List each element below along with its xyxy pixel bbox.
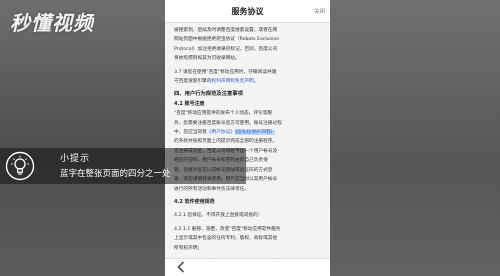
close-button[interactable]: 关闭: [314, 7, 325, 15]
content-line: 务，您需要注册百度账号后方可使用。账号注册过程: [174, 120, 282, 126]
content-line: 中，您应当同意《用户协议》《隐私权保护声明》: [174, 128, 324, 137]
content-line: 进行的所有活动和事件负法律责任。: [174, 186, 250, 192]
content-text: 中，您应当同意: [174, 130, 207, 136]
subsection-title: 4.2 软件使用规范: [174, 198, 215, 205]
content-text: 守百度搜索引擎的: [174, 79, 212, 85]
tip-title: 小提示: [60, 154, 91, 164]
watermark-logo-art: 秒懂视频: [10, 11, 94, 35]
content-line: 被搜索到，后续及时调整百度搜索设置，或者在网: [174, 28, 278, 33]
section-title: 四、用户行为规范及注意事项: [174, 91, 243, 98]
lightbulb-icon: [5, 151, 35, 181]
content-line: 守百度搜索引擎的权利声明和免责声明。: [174, 77, 324, 86]
content-line: 所有权声明；: [174, 245, 203, 251]
tip-icon-box: [0, 148, 40, 184]
blurred-backdrop-right: [330, 0, 500, 276]
svg-text:秒懂视频: 秒懂视频: [10, 11, 94, 35]
content-line: 4.2.1.1 删除、隐匿、改变"百度"移动应用软件服务: [174, 226, 281, 232]
tip-text: 蓝字在整张页面的四分之一处: [60, 169, 171, 179]
tip-overlay: 小提示 蓝字在整张页面的四分之一处: [0, 148, 246, 184]
content-line: 4.2.1 您保证，不得开放上直接或间接的：: [174, 213, 263, 219]
disclaimer-link[interactable]: 权利声明和免责声明: [212, 79, 254, 84]
content-line: Protocol）加注拒绝收录的标记，否则，百度公司: [174, 46, 278, 52]
phone-header: 服务协议 关闭: [165, 0, 330, 23]
content-line: "百度"移动应用提供的发布个人动态、评论等服: [174, 111, 273, 117]
phone-screen: 服务协议 关闭 被搜索到，后续及时调整百度搜索设置，或者在网 网站页面中根据拒绝…: [165, 0, 330, 276]
content-line: 3.7 请您在使用"百度"移动应用时，仔细阅读并遵: [174, 69, 277, 75]
privacy-statement-link[interactable]: 《隐私权保护声明》: [234, 130, 275, 136]
bottom-nav-bar: [165, 258, 330, 276]
blurred-backdrop-left: [0, 0, 165, 276]
watermark-logo: 秒懂视频: [10, 8, 94, 38]
content-line: 的条款并按照页面上的提示完成全部的注册程序。: [174, 139, 278, 145]
content-line: 上显示或其中包含的任何专利、版权、商标或其他: [174, 236, 278, 242]
agreement-content: 被搜索到，后续及时调整百度搜索设置，或者在网 网站页面中根据拒绝爬虫协议（Rob…: [165, 23, 330, 266]
page-title: 服务协议: [231, 6, 264, 16]
content-line: 将依照惯例视其为可收录网站。: [174, 56, 240, 62]
chevron-left-icon[interactable]: [177, 261, 185, 276]
user-agreement-link[interactable]: 《用户协议》: [207, 130, 235, 135]
content-text: 。: [253, 79, 259, 85]
subsection-title: 4.1 账号注册: [174, 100, 205, 107]
content-line: 网站页面中根据拒绝爬虫协议（Robots Exclusion: [174, 37, 280, 43]
